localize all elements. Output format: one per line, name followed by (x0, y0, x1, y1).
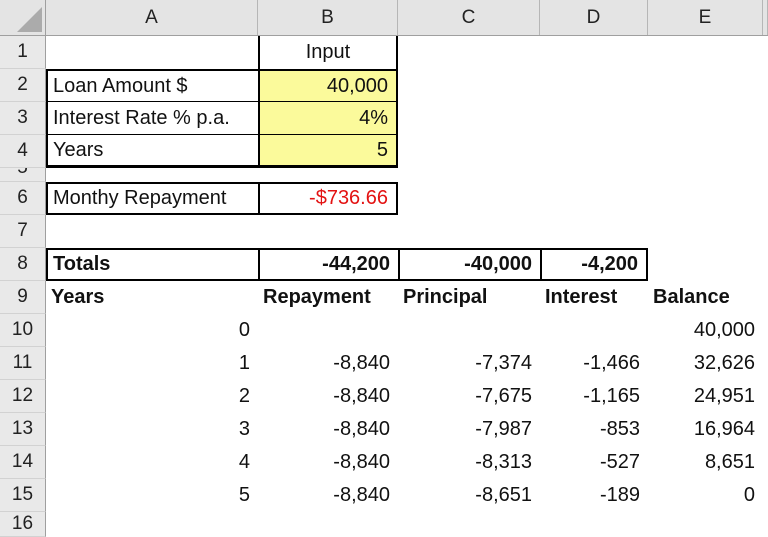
sheet-row-4: 4 Years 5 (0, 135, 768, 168)
cell-d15-interest[interactable]: -189 (540, 479, 648, 512)
cell-c11-principal[interactable]: -7,374 (398, 347, 540, 380)
column-header-a[interactable]: A (46, 0, 258, 35)
column-header-d[interactable]: D (540, 0, 648, 35)
row-header-14[interactable]: 14 (0, 446, 46, 479)
row-header-4[interactable]: 4 (0, 135, 46, 168)
sheet-row-2: 2 Loan Amount $ 40,000 (0, 69, 768, 102)
cell-a6-monthly-repayment-label[interactable]: Monthy Repayment (46, 182, 258, 215)
cell-b11-repayment[interactable]: -8,840 (258, 347, 398, 380)
cell-a10-year[interactable]: 0 (46, 314, 258, 347)
cell-b9-repayment-header[interactable]: Repayment (258, 281, 398, 314)
sheet-row-16: 16 (0, 512, 768, 537)
sheet-row-7: 7 (0, 215, 768, 248)
cell-a3-interest-rate-label[interactable]: Interest Rate % p.a. (46, 102, 258, 135)
cell-a2-loan-amount-label[interactable]: Loan Amount $ (46, 69, 258, 102)
amortization-row: 13 3 -8,840 -7,987 -853 16,964 (0, 413, 768, 446)
cell-d8-total-interest[interactable]: -4,200 (540, 248, 648, 281)
row-header-7[interactable]: 7 (0, 215, 46, 248)
cell-d9-interest-header[interactable]: Interest (540, 281, 648, 314)
row-header-6[interactable]: 6 (0, 182, 46, 215)
cell-b4-years-value[interactable]: 5 (258, 135, 398, 168)
amortization-row: 14 4 -8,840 -8,313 -527 8,651 (0, 446, 768, 479)
cell-a1[interactable] (46, 36, 258, 69)
cell-d12-interest[interactable]: -1,165 (540, 380, 648, 413)
cell-b12-repayment[interactable]: -8,840 (258, 380, 398, 413)
cell-e11-balance[interactable]: 32,626 (648, 347, 763, 380)
amortization-row: 11 1 -8,840 -7,374 -1,466 32,626 (0, 347, 768, 380)
sheet-row-3: 3 Interest Rate % p.a. 4% (0, 102, 768, 135)
cell-c10-principal[interactable] (398, 314, 540, 347)
spreadsheet: A B C D E 1 Input 2 Loan Amount $ 40,000… (0, 0, 768, 537)
row-header-8[interactable]: 8 (0, 248, 46, 281)
cell-d14-interest[interactable]: -527 (540, 446, 648, 479)
cell-c12-principal[interactable]: -7,675 (398, 380, 540, 413)
cell-e12-balance[interactable]: 24,951 (648, 380, 763, 413)
cell-b1-input-title[interactable]: Input (258, 36, 398, 69)
row-header-12[interactable]: 12 (0, 380, 46, 413)
cell-d10-interest[interactable] (540, 314, 648, 347)
cell-a13-year[interactable]: 3 (46, 413, 258, 446)
cell-e13-balance[interactable]: 16,964 (648, 413, 763, 446)
row-header-1[interactable]: 1 (0, 36, 46, 69)
column-header-e[interactable]: E (648, 0, 763, 35)
cell-a11-year[interactable]: 1 (46, 347, 258, 380)
cell-a16[interactable] (46, 512, 258, 537)
row-header-3[interactable]: 3 (0, 102, 46, 135)
sheet-row-9-table-headers: 9 Years Repayment Principal Interest Bal… (0, 281, 768, 314)
cell-d11-interest[interactable]: -1,466 (540, 347, 648, 380)
row-header-9[interactable]: 9 (0, 281, 46, 314)
row-header-10[interactable]: 10 (0, 314, 46, 347)
cell-a9-years-header[interactable]: Years (46, 281, 258, 314)
sheet-row-1: 1 Input (0, 36, 768, 69)
cell-d13-interest[interactable]: -853 (540, 413, 648, 446)
cell-a5[interactable] (46, 168, 258, 182)
cell-a7[interactable] (46, 215, 258, 248)
cell-c13-principal[interactable]: -7,987 (398, 413, 540, 446)
cell-a15-year[interactable]: 5 (46, 479, 258, 512)
select-all-triangle-icon (17, 7, 42, 32)
sheet-row-6: 6 Monthy Repayment -$736.66 (0, 182, 768, 215)
cell-a12-year[interactable]: 2 (46, 380, 258, 413)
cell-e9-balance-header[interactable]: Balance (648, 281, 763, 314)
cell-c14-principal[interactable]: -8,313 (398, 446, 540, 479)
row-header-2[interactable]: 2 (0, 69, 46, 102)
row-header-16[interactable]: 16 (0, 512, 46, 537)
cell-b2-loan-amount-value[interactable]: 40,000 (258, 69, 398, 102)
cell-e10-balance[interactable]: 40,000 (648, 314, 763, 347)
column-header-strip: A B C D E (0, 0, 768, 36)
sheet-row-8-totals: 8 Totals -44,200 -40,000 -4,200 (0, 248, 768, 281)
cell-c8-total-principal[interactable]: -40,000 (398, 248, 540, 281)
cell-b15-repayment[interactable]: -8,840 (258, 479, 398, 512)
cell-b5[interactable] (258, 168, 398, 182)
row-header-5-clipped-number: 5 (0, 168, 45, 180)
sheet-row-5-collapsed: 5 (0, 168, 768, 182)
amortization-row: 12 2 -8,840 -7,675 -1,165 24,951 (0, 380, 768, 413)
column-header-b[interactable]: B (258, 0, 398, 35)
select-all-corner[interactable] (0, 0, 46, 35)
row-header-5[interactable]: 5 (0, 168, 46, 182)
cell-b6-monthly-repayment-value[interactable]: -$736.66 (258, 182, 398, 215)
row-header-13[interactable]: 13 (0, 413, 46, 446)
cell-c9-principal-header[interactable]: Principal (398, 281, 540, 314)
cell-b10-repayment[interactable] (258, 314, 398, 347)
cell-a4-years-label[interactable]: Years (46, 135, 258, 168)
amortization-row: 10 0 40,000 (0, 314, 768, 347)
cell-c15-principal[interactable]: -8,651 (398, 479, 540, 512)
column-header-c[interactable]: C (398, 0, 540, 35)
cell-a14-year[interactable]: 4 (46, 446, 258, 479)
column-header-filler (763, 0, 768, 35)
row-header-15[interactable]: 15 (0, 479, 46, 512)
row-header-11[interactable]: 11 (0, 347, 46, 380)
cell-a8-totals-label[interactable]: Totals (46, 248, 258, 281)
cell-b8-total-repayment[interactable]: -44,200 (258, 248, 398, 281)
cell-b3-interest-rate-value[interactable]: 4% (258, 102, 398, 135)
cell-b14-repayment[interactable]: -8,840 (258, 446, 398, 479)
amortization-row: 15 5 -8,840 -8,651 -189 0 (0, 479, 768, 512)
cell-e14-balance[interactable]: 8,651 (648, 446, 763, 479)
cell-e15-balance[interactable]: 0 (648, 479, 763, 512)
cell-b13-repayment[interactable]: -8,840 (258, 413, 398, 446)
